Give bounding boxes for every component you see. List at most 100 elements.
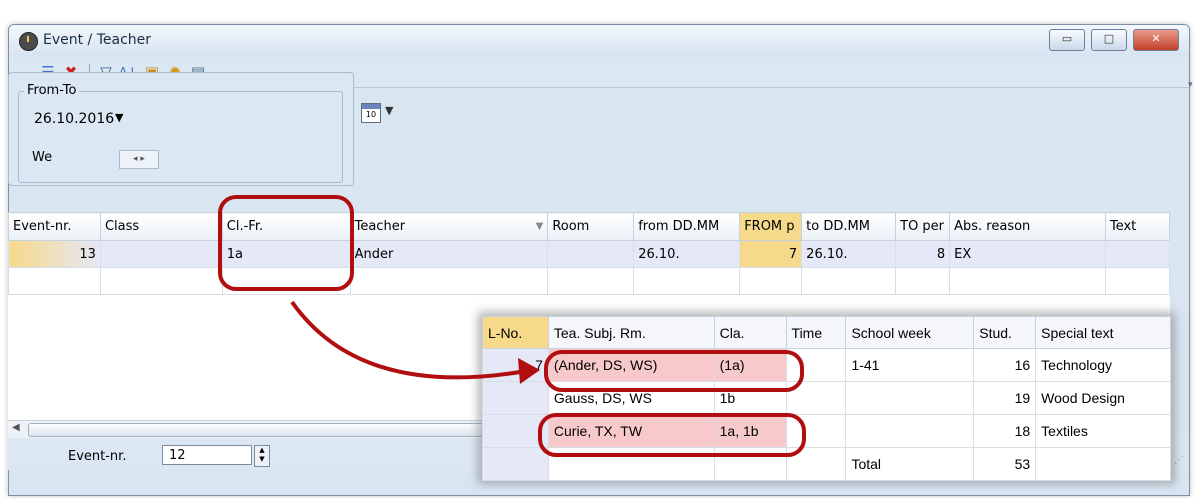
- calendar-button[interactable]: 10 ▼: [360, 100, 406, 130]
- empty-cell[interactable]: [547, 267, 635, 295]
- popup-cell-time: [785, 447, 847, 481]
- table-row[interactable]: 13 1a Ander 26.10. 7 26.10. 8 EX: [8, 240, 1171, 268]
- cell-from-p[interactable]: 7: [739, 240, 803, 268]
- window-title: Event / Teacher: [43, 32, 152, 48]
- popup-cell-special: Textiles: [1035, 414, 1171, 448]
- popup-header-row: L-No. Tea. Subj. Rm. Cla. Time School we…: [482, 316, 1171, 349]
- popup-cell-cla: [713, 447, 787, 481]
- grid-header-row: Event-nr. Class Cl.-Fr. Teacher ▼ Room fr…: [8, 212, 1171, 241]
- popup-col-tea[interactable]: Tea. Subj. Rm.: [547, 316, 715, 349]
- col-class[interactable]: Class: [99, 212, 223, 241]
- popup-col-cla[interactable]: Cla.: [713, 316, 787, 349]
- col-from-p[interactable]: FROM p: [739, 212, 803, 241]
- col-teacher-label: Teacher: [354, 219, 406, 234]
- close-button[interactable]: ✕: [1133, 29, 1179, 51]
- col-from-ddmm[interactable]: from DD.MM: [633, 212, 741, 241]
- chevron-down-icon: ▼: [385, 104, 394, 117]
- popup-cell-time: [785, 348, 847, 382]
- cell-text[interactable]: [1104, 240, 1171, 268]
- date-select[interactable]: 26.10.2016: [34, 111, 114, 127]
- scroll-left-icon[interactable]: ◀: [12, 422, 20, 433]
- empty-cell[interactable]: [949, 267, 1106, 295]
- col-event-nr[interactable]: Event-nr.: [8, 212, 101, 241]
- cell-teacher[interactable]: Ander: [349, 240, 549, 268]
- empty-cell[interactable]: [99, 267, 223, 295]
- popup-cell-cla: 1b: [713, 381, 787, 415]
- lesson-popup: L-No. Tea. Subj. Rm. Cla. Time School we…: [482, 316, 1171, 481]
- popup-cell-tea: Curie, TX, TW: [547, 414, 715, 448]
- col-to-per[interactable]: TO per: [895, 212, 951, 241]
- cell-event-nr[interactable]: 13: [8, 240, 101, 268]
- popup-cell-cla: 1a, 1b: [713, 414, 787, 448]
- empty-cell[interactable]: [739, 267, 803, 295]
- popup-cell-special: Technology: [1035, 348, 1171, 382]
- col-abs-reason[interactable]: Abs. reason: [949, 212, 1106, 241]
- popup-col-special[interactable]: Special text: [1035, 316, 1171, 349]
- cell-to-per[interactable]: 8: [895, 240, 951, 268]
- clock-icon: [19, 32, 38, 51]
- popup-cell-week: [845, 414, 975, 448]
- resize-grip-icon[interactable]: ⋰: [1174, 455, 1184, 466]
- col-room[interactable]: Room: [547, 212, 635, 241]
- empty-cell[interactable]: [801, 267, 897, 295]
- weekday-label: We: [32, 150, 53, 165]
- popup-cell-stud: 18: [973, 414, 1037, 448]
- popup-row[interactable]: Curie, TX, TW 1a, 1b 18 Textiles: [482, 414, 1171, 448]
- date-step-buttons[interactable]: ◂ ▸: [119, 150, 159, 169]
- col-teacher[interactable]: Teacher ▼: [349, 212, 549, 241]
- popup-row[interactable]: Gauss, DS, WS 1b 19 Wood Design: [482, 381, 1171, 415]
- popup-cell-stud: 53: [973, 447, 1037, 481]
- popup-cell-week: Total: [845, 447, 975, 481]
- popup-cell-tea: Gauss, DS, WS: [547, 381, 715, 415]
- chevron-down-icon[interactable]: ▼: [115, 111, 123, 124]
- scroll-thumb[interactable]: [28, 423, 530, 437]
- from-to-label: From-To: [24, 83, 80, 98]
- popup-cell-lno: [482, 447, 549, 481]
- cell-to-ddmm[interactable]: 26.10.: [801, 240, 897, 268]
- col-cl-fr[interactable]: Cl.-Fr.: [221, 212, 351, 241]
- toolbar-overflow-icon[interactable]: ▾: [1188, 80, 1201, 90]
- sort-desc-icon: ▼: [535, 221, 544, 232]
- popup-cell-time: [785, 381, 847, 415]
- table-row-empty[interactable]: [8, 267, 1171, 295]
- popup-cell-lno: [482, 381, 549, 415]
- popup-cell-lno: 7: [482, 348, 549, 382]
- empty-cell[interactable]: [8, 267, 101, 295]
- maximize-button[interactable]: □: [1091, 29, 1127, 51]
- popup-cell-time: [785, 414, 847, 448]
- empty-cell[interactable]: [633, 267, 741, 295]
- popup-col-stud[interactable]: Stud.: [973, 316, 1037, 349]
- popup-cell-stud: 16: [973, 348, 1037, 382]
- popup-total-row: Total 53: [482, 447, 1171, 481]
- cell-abs-reason[interactable]: EX: [949, 240, 1106, 268]
- popup-col-time[interactable]: Time: [785, 316, 847, 349]
- popup-cell-week: [845, 381, 975, 415]
- popup-cell-tea: (Ander, DS, WS): [547, 348, 715, 382]
- col-text[interactable]: Text: [1104, 212, 1171, 241]
- popup-col-week[interactable]: School week: [845, 316, 975, 349]
- cell-from-ddmm[interactable]: 26.10.: [633, 240, 741, 268]
- event-nr-input[interactable]: 12: [162, 445, 252, 465]
- col-to-ddmm[interactable]: to DD.MM: [801, 212, 897, 241]
- empty-cell[interactable]: [895, 267, 951, 295]
- empty-cell[interactable]: [221, 267, 351, 295]
- title-bar: Event / Teacher ▭ □ ✕: [9, 25, 1189, 57]
- calendar-icon: 10: [361, 103, 381, 123]
- empty-cell[interactable]: [349, 267, 549, 295]
- cell-room[interactable]: [547, 240, 635, 268]
- popup-row[interactable]: 7 (Ander, DS, WS) (1a) 1-41 16 Technolog…: [482, 348, 1171, 382]
- popup-cell-cla: (1a): [713, 348, 787, 382]
- event-nr-stepper[interactable]: ▲ ▼: [254, 445, 270, 467]
- empty-cell[interactable]: [1104, 267, 1171, 295]
- cell-class[interactable]: [99, 240, 223, 268]
- event-nr-label: Event-nr.: [68, 449, 127, 464]
- minimize-button[interactable]: ▭: [1049, 29, 1085, 51]
- cell-cl-fr[interactable]: 1a: [221, 240, 351, 268]
- popup-cell-week: 1-41: [845, 348, 975, 382]
- popup-col-lno[interactable]: L-No.: [482, 316, 549, 349]
- popup-cell-special: Wood Design: [1035, 381, 1171, 415]
- popup-cell-lno: [482, 414, 549, 448]
- popup-cell-stud: 19: [973, 381, 1037, 415]
- popup-cell-tea: [547, 447, 715, 481]
- from-to-group: [18, 91, 343, 183]
